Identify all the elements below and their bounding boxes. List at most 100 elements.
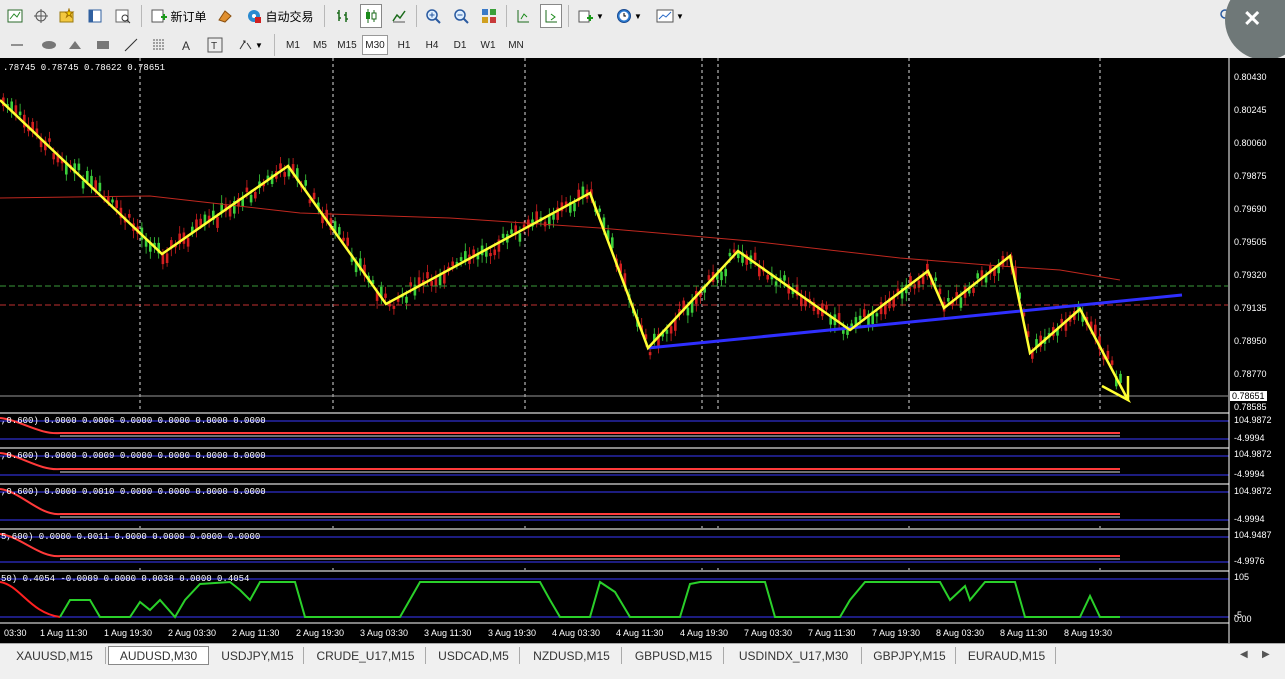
- vertical-line-icon[interactable]: [6, 33, 28, 57]
- periods-dropdown[interactable]: ▼: [612, 4, 646, 28]
- time-label: 4 Aug 03:30: [552, 628, 601, 638]
- price-label: 0.79690: [1234, 204, 1267, 214]
- timeframe-m15[interactable]: M15: [334, 35, 360, 55]
- price-label: 0.78585: [1234, 402, 1267, 412]
- timeframe-m5[interactable]: M5: [307, 35, 333, 55]
- bar-chart-icon[interactable]: [332, 4, 354, 28]
- new-order-label: 新订单: [170, 9, 207, 24]
- metaeditor-icon[interactable]: [214, 4, 236, 28]
- line-chart-icon[interactable]: [388, 4, 410, 28]
- indicator-label: ,0.600) 0.0000 0.0006 0.0000 0.0000 0.00…: [1, 416, 266, 426]
- tab-scroll-left-icon[interactable]: ◀: [1240, 649, 1248, 660]
- panel-separator: [0, 483, 1229, 485]
- timeframe-d1[interactable]: D1: [447, 35, 473, 55]
- time-label: 3 Aug 19:30: [488, 628, 537, 638]
- auto-trading-icon: [248, 10, 262, 23]
- timeframe-w1[interactable]: W1: [475, 35, 501, 55]
- new-order-icon: [151, 9, 168, 23]
- price-label: 0.79875: [1234, 171, 1267, 181]
- time-label: 2 Aug 19:30: [296, 628, 345, 638]
- tester-icon[interactable]: [112, 4, 134, 28]
- rectangle-icon[interactable]: [92, 33, 114, 57]
- favorites-icon[interactable]: [56, 4, 78, 28]
- price-label: 0.79505: [1234, 237, 1267, 247]
- tab-usdcad-m5[interactable]: USDCAD,M5: [428, 647, 520, 664]
- trendline-icon[interactable]: [120, 33, 142, 57]
- timeframe-h4[interactable]: H4: [419, 35, 445, 55]
- arrows-dropdown[interactable]: ▼: [232, 33, 268, 57]
- tab-nzdusd-m15[interactable]: NZDUSD,M15: [522, 647, 622, 664]
- price-label: 0.79135: [1234, 303, 1267, 313]
- blue-trendline: [647, 293, 1183, 350]
- time-label: 7 Aug 19:30: [872, 628, 921, 638]
- time-label: 7 Aug 03:30: [744, 628, 793, 638]
- timeframe-m1[interactable]: M1: [280, 35, 306, 55]
- price-label: 0.79320: [1234, 270, 1267, 280]
- ohlc-readout: .78745 0.78745 0.78622 0.78651: [3, 63, 166, 73]
- drawing-toolbar: A T ▼ M1 M5 M15 M30 H1 H4 D1 W1 MN: [0, 32, 1285, 59]
- panel-separator: [0, 570, 1229, 572]
- timeframe-mn[interactable]: MN: [503, 35, 529, 55]
- indicator-bottom-value: -4.9976: [1234, 556, 1265, 566]
- zigzag-line: [0, 99, 1132, 404]
- tab-gbpjpy-m15[interactable]: GBPJPY,M15: [864, 647, 956, 664]
- timeframe-h1[interactable]: H1: [391, 35, 417, 55]
- time-label: 8 Aug 19:30: [1064, 628, 1113, 638]
- tab-xauusd-m15[interactable]: XAUUSD,M15: [4, 647, 106, 664]
- close-icon[interactable]: ✕: [1243, 6, 1261, 32]
- indicator-top-value: 104.9872: [1234, 486, 1272, 496]
- time-label: 8 Aug 03:30: [936, 628, 985, 638]
- price-label: 0.80245: [1234, 105, 1267, 115]
- current-price-label: 0.78651: [1230, 391, 1267, 401]
- indicator-bottom-value: -4.9994: [1234, 433, 1265, 443]
- indicator-top-value: 104.9487: [1234, 530, 1272, 540]
- new-order-button[interactable]: 新订单: [148, 4, 210, 28]
- ellipse-icon[interactable]: [38, 33, 60, 57]
- tab-usdjpy-m15[interactable]: USDJPY,M15: [212, 647, 304, 664]
- timeframe-m30[interactable]: M30: [362, 35, 388, 55]
- svg-text:T: T: [211, 41, 217, 52]
- panel-separator: [0, 528, 1229, 530]
- templates-dropdown[interactable]: ▼: [652, 4, 688, 28]
- tab-scroll-right-icon[interactable]: ▶: [1262, 649, 1270, 660]
- chart-shift-icon[interactable]: [512, 4, 534, 28]
- price-label: 0.78950: [1234, 336, 1267, 346]
- time-label: 4 Aug 11:30: [616, 628, 664, 638]
- chevron-down-icon: ▼: [634, 11, 642, 21]
- indicator-top-value: 104.9872: [1234, 449, 1272, 459]
- navigator-icon[interactable]: [84, 4, 106, 28]
- auto-scroll-icon[interactable]: [540, 4, 562, 28]
- time-label: 2 Aug 11:30: [232, 628, 280, 638]
- auto-trading-label: 自动交易: [265, 9, 314, 24]
- indicator-bottom-value: -4.9994: [1234, 514, 1265, 524]
- tab-audusd-m30[interactable]: AUDUSD,M30: [108, 646, 209, 665]
- time-label: 03:30: [4, 628, 27, 638]
- indicator-zero-value: 0.00: [1234, 614, 1252, 624]
- chevron-down-icon: ▼: [255, 40, 263, 50]
- tab-gbpusd-m15[interactable]: GBPUSD,M15: [624, 647, 724, 664]
- time-label: 4 Aug 19:30: [680, 628, 729, 638]
- fibonacci-icon[interactable]: [148, 33, 170, 57]
- indicators-dropdown[interactable]: ▼: [574, 4, 608, 28]
- panel-separator: [0, 447, 1229, 449]
- tab-crude-u17-m15[interactable]: CRUDE_U17,M15: [306, 647, 426, 664]
- text-icon[interactable]: A: [176, 33, 198, 57]
- time-label: 3 Aug 11:30: [424, 628, 472, 638]
- tab-euraud-m15[interactable]: EURAUD,M15: [958, 647, 1056, 664]
- tab-usdindx-u17-m30[interactable]: USDINDX_U17,M30: [726, 647, 862, 664]
- chevron-down-icon: ▼: [676, 11, 684, 21]
- indicator-label: ,0.600) 0.0000 0.0010 0.0000 0.0000 0.00…: [1, 487, 266, 497]
- crosshair-icon[interactable]: [30, 4, 52, 28]
- time-label: 2 Aug 03:30: [168, 628, 217, 638]
- clock-icon: [617, 9, 632, 23]
- price-chart[interactable]: .78745 0.78745 0.78622 0.78651 0.80430 0…: [0, 58, 1285, 643]
- zoom-out-icon[interactable]: [450, 4, 472, 28]
- auto-trading-button[interactable]: 自动交易: [242, 4, 318, 28]
- price-label: 0.80060: [1234, 138, 1267, 148]
- new-chart-icon[interactable]: [4, 4, 26, 28]
- tile-windows-icon[interactable]: [478, 4, 500, 28]
- triangle-icon[interactable]: [64, 33, 86, 57]
- candlestick-chart-icon[interactable]: [360, 4, 382, 28]
- text-label-icon[interactable]: T: [204, 33, 226, 57]
- zoom-in-icon[interactable]: [422, 4, 444, 28]
